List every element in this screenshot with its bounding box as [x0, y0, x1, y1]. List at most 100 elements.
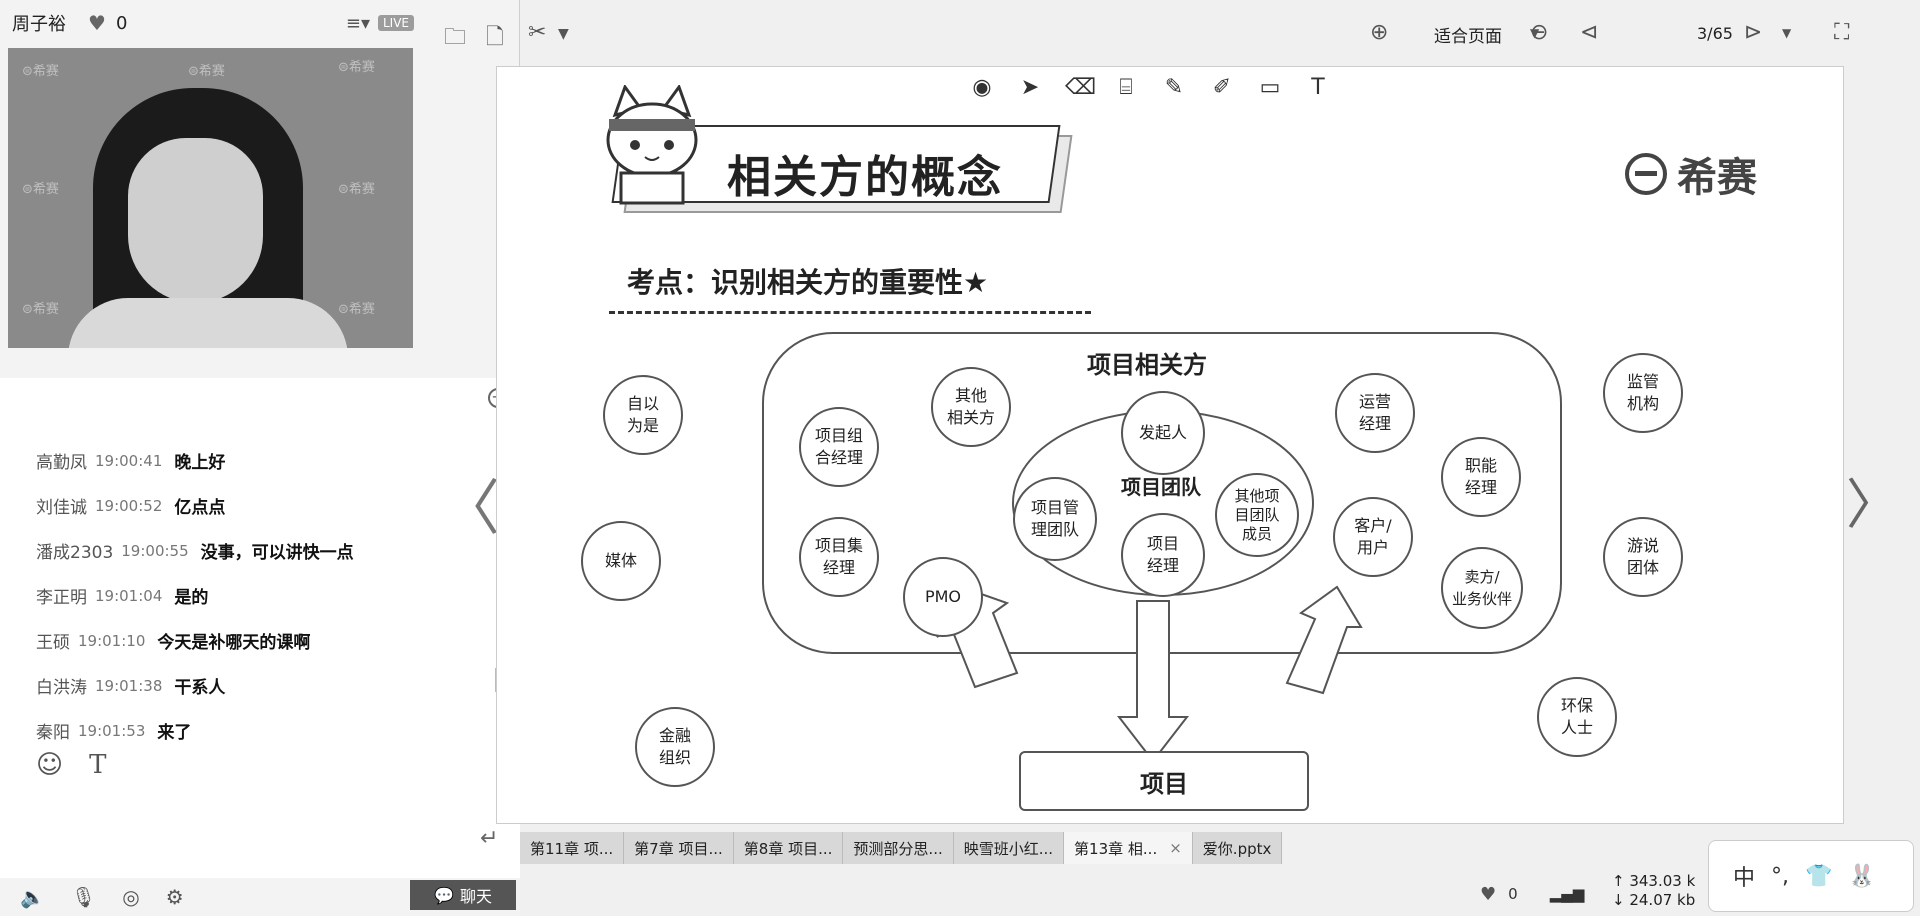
- chat-bubble-icon: 💬: [434, 885, 454, 905]
- heart-icon[interactable]: ♥: [1480, 884, 1496, 905]
- chat-tab-label: 聊天: [459, 887, 492, 906]
- file-icon[interactable]: 🗋: [486, 20, 504, 58]
- presenter-body: [68, 298, 348, 348]
- bubble-pmo: PMO: [903, 557, 983, 637]
- bubble-self-righteous: 自以 为是: [603, 375, 683, 455]
- bubble-program-manager: 项目集 经理: [799, 517, 879, 597]
- fullscreen-icon[interactable]: ⛶: [1834, 20, 1849, 45]
- chat-message: 王硕 19:01:10 今天是补哪天的课啊: [36, 618, 496, 663]
- prev-page-icon[interactable]: ⊲: [1580, 20, 1598, 45]
- bubble-pm-team: 项目管 理团队: [1013, 477, 1097, 561]
- chat-message: 高勤凤 19:00:41 晚上好: [36, 438, 496, 483]
- zoom-in-icon[interactable]: ⊕: [1370, 20, 1388, 45]
- skin-icon[interactable]: 👕: [1805, 864, 1832, 889]
- chat-time: 19:00:41: [95, 451, 163, 470]
- file-tab[interactable]: 第8章 项目...: [733, 832, 844, 864]
- folder-icon[interactable]: 🗀: [444, 20, 466, 58]
- chat-text: 晚上好: [174, 453, 226, 473]
- bubble-sponsor: 发起人: [1121, 391, 1205, 475]
- chat-user: 李正明: [36, 588, 87, 608]
- chat-time: 19:00:55: [121, 541, 189, 560]
- heart-icon[interactable]: ♥: [88, 11, 106, 35]
- chevron-down-icon[interactable]: ▼: [1782, 26, 1791, 40]
- chat-text: 今天是补哪天的课啊: [157, 633, 311, 653]
- chat-text: 是的: [174, 588, 209, 608]
- close-tab-icon[interactable]: ×: [1169, 839, 1182, 857]
- presenter-face: [128, 138, 263, 303]
- chat-user: 刘佳诚: [36, 498, 87, 518]
- bubble-lobby: 游说 团体: [1603, 517, 1683, 597]
- chat-tab-button[interactable]: 💬 聊天: [410, 880, 516, 910]
- file-tab-active[interactable]: 第13章 相... ×: [1064, 832, 1193, 864]
- bubble-environmentalist: 环保 人士: [1537, 677, 1617, 757]
- emoji-icon[interactable]: ☺: [36, 750, 63, 780]
- status-bar: ♥ 0 ▂▄▆: [1480, 872, 1584, 916]
- team-label: 项目团队: [1121, 475, 1201, 499]
- bubble-seller: 卖方/ 业务伙伴: [1441, 547, 1523, 629]
- chat-list: 高勤凤 19:00:41 晚上好 刘佳诚 19:00:52 亿点点 潘成2303…: [36, 438, 496, 753]
- chat-message: 白洪涛 19:01:38 干系人: [36, 663, 496, 708]
- chat-tools: ☺ T: [36, 750, 106, 780]
- file-tab[interactable]: 映雪班小红...: [953, 832, 1065, 864]
- rabbit-icon: 🐰: [1848, 863, 1876, 889]
- watermark: ⊜希赛: [22, 182, 59, 197]
- chat-panel: − 高勤凤 19:00:41 晚上好 刘佳诚 19:00:52 亿点点 潘成23…: [0, 378, 520, 916]
- bubble-portfolio-manager: 项目组 合经理: [799, 407, 879, 487]
- bubble-media: 媒体: [581, 521, 661, 601]
- send-icon[interactable]: ↵: [480, 826, 498, 851]
- watermark: ⊜希赛: [22, 64, 59, 79]
- file-tab[interactable]: 第7章 项目...: [624, 832, 734, 864]
- chat-time: 19:01:10: [78, 631, 146, 650]
- host-name: 周子裕: [12, 14, 66, 35]
- chat-time: 19:01:04: [95, 586, 163, 605]
- file-tab[interactable]: 第11章 项...: [520, 832, 625, 864]
- chat-message: 李正明 19:01:04 是的: [36, 573, 496, 618]
- mic-icon[interactable]: 🎙: [71, 885, 96, 909]
- chat-text: 干系人: [174, 678, 226, 698]
- scissors-icon[interactable]: ✂: [528, 20, 546, 45]
- bubble-customer: 客户/ 用户: [1333, 497, 1413, 577]
- speaker-icon[interactable]: 🔈: [20, 885, 45, 909]
- download-speed: 24.07 kb: [1629, 891, 1696, 909]
- ime-toolbar: 中 °, 👕 🐰: [1708, 840, 1914, 912]
- page-indicator[interactable]: 3/65: [1697, 24, 1733, 43]
- watermark: ⊜希赛: [338, 302, 375, 317]
- settings-icon[interactable]: ⚙: [166, 885, 184, 909]
- zoom-mode-select[interactable]: 适合页面: [1434, 22, 1502, 47]
- ime-punctuation[interactable]: °,: [1771, 864, 1789, 889]
- arrow-down: [1116, 600, 1190, 763]
- next-page-arrow[interactable]: 〉: [1846, 460, 1900, 539]
- file-tabs: 第11章 项... 第7章 项目... 第8章 项目... 预测部分思... 映…: [520, 832, 1283, 864]
- status-likes: 0: [1508, 885, 1518, 903]
- text-format-icon[interactable]: T: [89, 750, 106, 780]
- chat-user: 秦阳: [36, 723, 70, 743]
- chat-message: 刘佳诚 19:00:52 亿点点: [36, 483, 496, 528]
- camera-icon[interactable]: ◎: [122, 885, 139, 909]
- chat-message: 秦阳 19:01:53 来了: [36, 708, 496, 753]
- upload-speed: 343.03 k: [1629, 872, 1696, 890]
- project-box: 项目: [1019, 751, 1309, 811]
- slide-canvas: ◉ ➤ ⌫ ⌸ ✎ ✐ ▭ T 相关方的概念 希赛 考点：识别相关方的重要性★ …: [496, 66, 1844, 824]
- prev-page-arrow[interactable]: 〈: [440, 460, 500, 547]
- watermark: ⊜希赛: [338, 60, 375, 75]
- chevron-down-icon[interactable]: ▼: [558, 26, 569, 42]
- file-tab[interactable]: 爱你.pptx: [1192, 832, 1283, 864]
- live-badge: LIVE: [377, 15, 414, 31]
- chat-time: 19:01:38: [95, 676, 163, 695]
- bubble-operations-manager: 运营 经理: [1335, 373, 1415, 453]
- bubble-other-stakeholders: 其他 相关方: [931, 367, 1011, 447]
- camera-video: ⊜希赛 ⊜希赛 ⊜希赛 ⊜希赛 ⊜希赛 ⊜希赛 ⊜希赛: [8, 48, 413, 348]
- chat-text: 没事，可以讲快一点: [200, 543, 354, 563]
- chat-text: 来了: [157, 723, 192, 743]
- ime-mode[interactable]: 中: [1733, 860, 1755, 892]
- chevron-down-icon[interactable]: ▼: [1530, 26, 1539, 40]
- file-tab[interactable]: 预测部分思...: [843, 832, 954, 864]
- bubble-functional-manager: 职能 经理: [1441, 437, 1521, 517]
- bubble-regulator: 监管 机构: [1603, 353, 1683, 433]
- watermark: ⊜希赛: [338, 182, 375, 197]
- next-page-icon[interactable]: ⊳: [1744, 20, 1762, 45]
- menu-icon[interactable]: ≡▾: [346, 13, 370, 34]
- chat-user: 高勤凤: [36, 453, 87, 473]
- arrow-up-right: [1285, 585, 1363, 695]
- chat-message: 潘成2303 19:00:55 没事，可以讲快一点: [36, 528, 496, 573]
